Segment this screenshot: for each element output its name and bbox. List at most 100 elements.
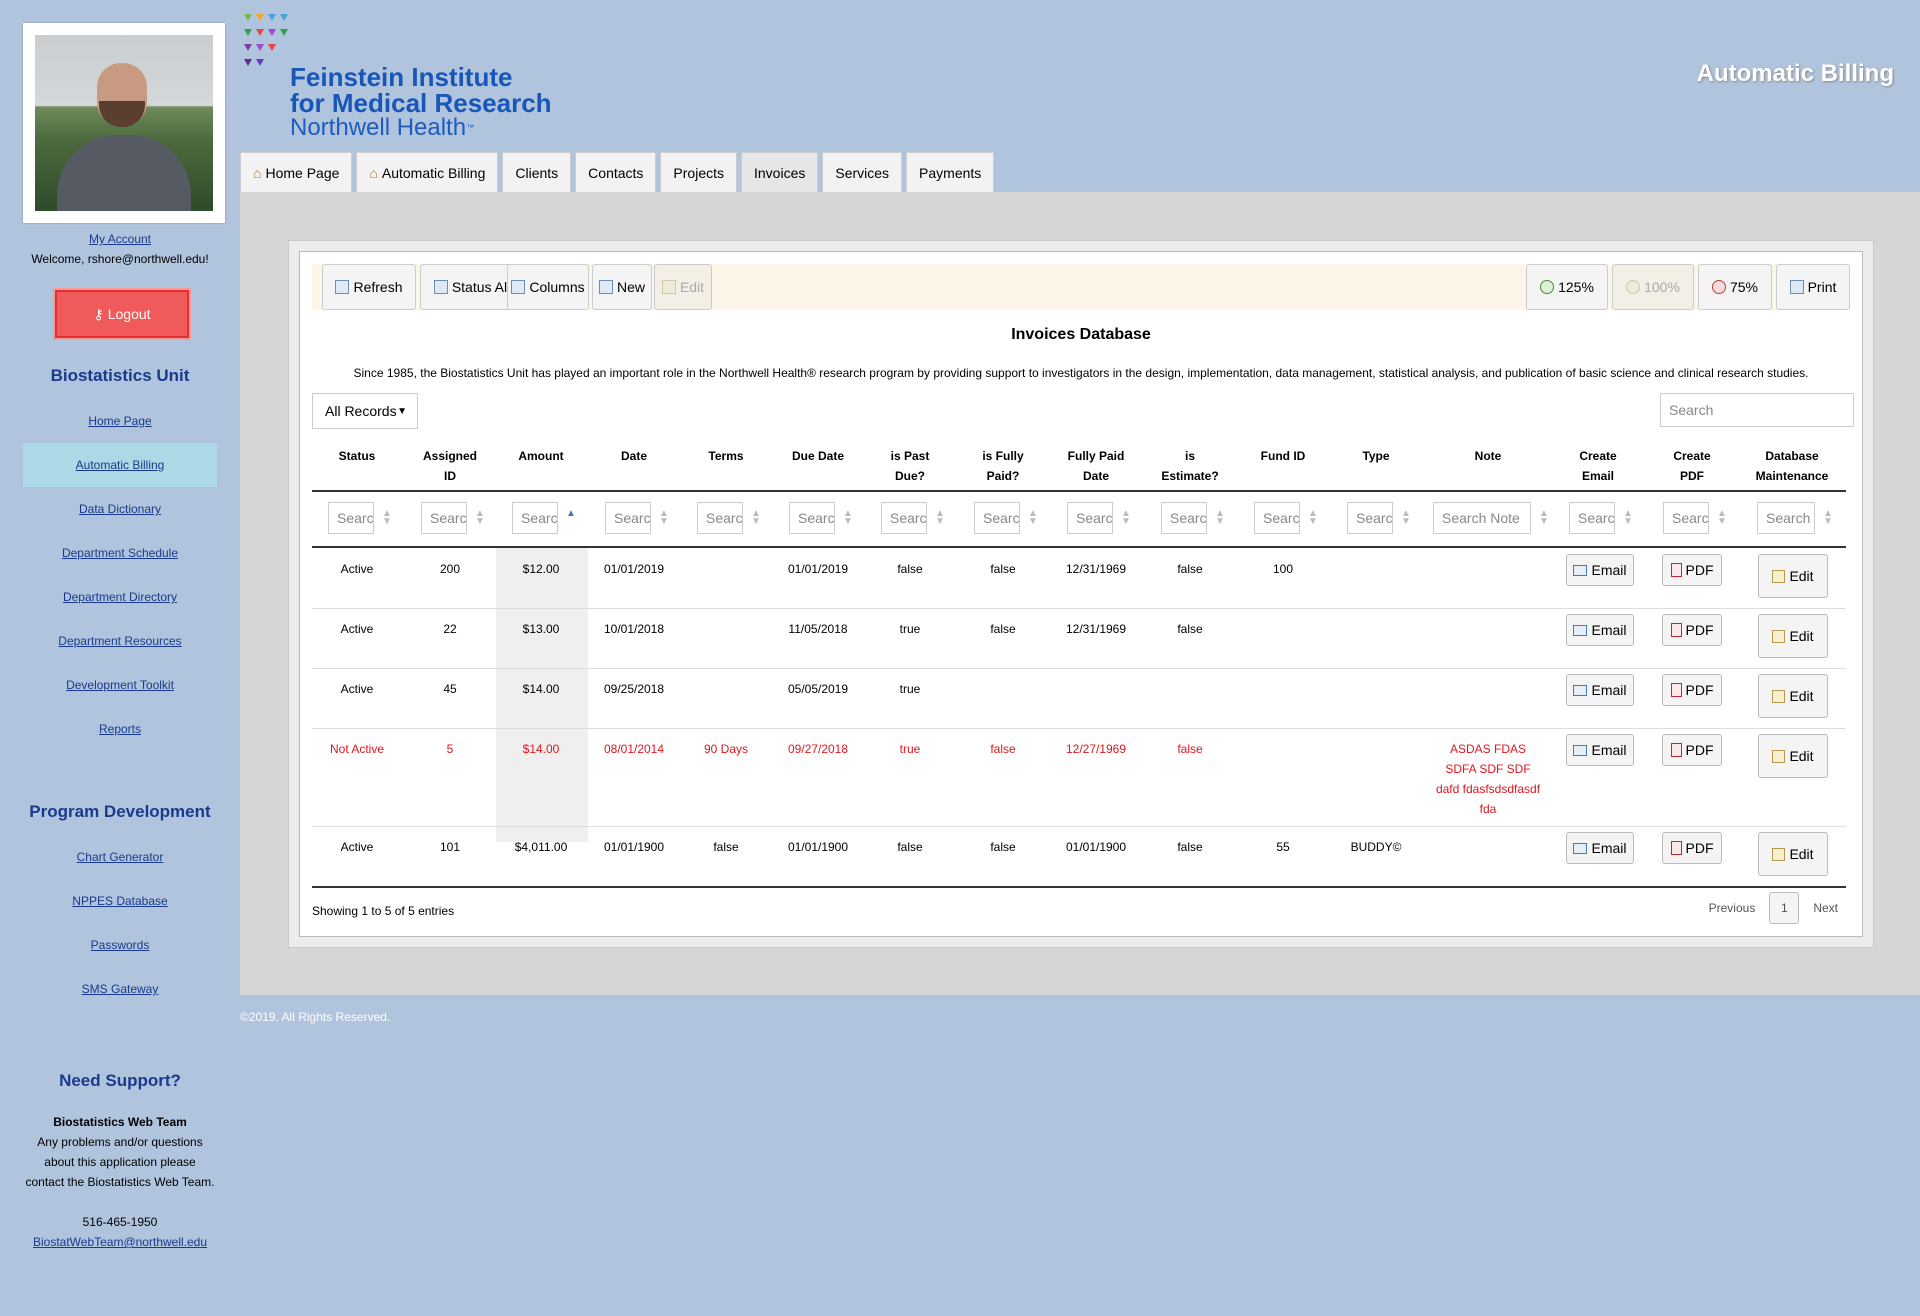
zoom-75-button[interactable]: 75% <box>1698 264 1772 310</box>
create-email-button[interactable]: Email <box>1566 734 1634 766</box>
sort-icon[interactable]: ▲ ▼ <box>475 509 485 527</box>
column-header[interactable]: Fully Paid Date <box>1046 446 1146 486</box>
tab-invoices[interactable]: Invoices <box>741 152 819 192</box>
edit-row-button[interactable]: Edit <box>1758 674 1828 718</box>
sort-icon[interactable]: ▲ ▼ <box>1623 509 1633 527</box>
tab-payments[interactable]: Payments <box>906 152 995 192</box>
previous-button[interactable]: Previous <box>1709 901 1756 915</box>
sort-icon[interactable]: ▲ ▼ <box>382 509 392 527</box>
sort-icon[interactable]: ▲ ▼ <box>1028 509 1038 527</box>
search-input[interactable]: Search <box>1660 393 1854 427</box>
create-pdf-button[interactable]: PDF <box>1662 734 1722 766</box>
column-header[interactable]: Type <box>1326 446 1426 466</box>
columns-button[interactable]: Columns <box>507 264 589 310</box>
sidebar-item-data-dictionary[interactable]: Data Dictionary <box>79 502 161 516</box>
column-filter-input[interactable]: Search <box>1347 502 1393 534</box>
sort-asc-icon[interactable]: ▲ <box>566 509 576 519</box>
sort-icon[interactable]: ▲ ▼ <box>1823 509 1833 527</box>
sidebar-item-department-resources[interactable]: Department Resources <box>58 634 181 648</box>
column-filter-input[interactable]: Search <box>1254 502 1300 534</box>
edit-row-button[interactable]: Edit <box>1758 554 1828 598</box>
create-pdf-button[interactable]: PDF <box>1662 614 1722 646</box>
edit-row-button[interactable]: Edit <box>1758 614 1828 658</box>
support-email-link[interactable]: BiostatWebTeam@northwell.edu <box>33 1235 207 1249</box>
sidebar-item-passwords[interactable]: Passwords <box>91 938 150 952</box>
sort-icon[interactable]: ▲ ▼ <box>843 509 853 527</box>
sidebar-item-department-schedule[interactable]: Department Schedule <box>62 546 178 560</box>
sidebar-item-reports[interactable]: Reports <box>99 722 141 736</box>
sidebar-item-home-page[interactable]: Home Page <box>88 414 151 428</box>
sort-icon[interactable]: ▲ ▼ <box>1308 509 1318 527</box>
logout-button[interactable]: ⚷ Logout <box>55 290 189 338</box>
sidebar-item-nppes-database[interactable]: NPPES Database <box>72 894 167 908</box>
tab-services[interactable]: Services <box>822 152 903 192</box>
column-filter-input[interactable]: Search <box>1161 502 1207 534</box>
sort-icon[interactable]: ▲ ▼ <box>1215 509 1225 527</box>
column-header[interactable]: Fund ID <box>1233 446 1333 466</box>
column-filter-input[interactable]: Search <box>789 502 835 534</box>
column-filter-input[interactable]: Search D <box>1757 502 1815 534</box>
sort-icon[interactable]: ▲ ▼ <box>659 509 669 527</box>
column-header[interactable]: is Estimate? <box>1140 446 1240 486</box>
column-filter-input[interactable]: Search <box>328 502 374 534</box>
column-filter-input[interactable]: Search <box>512 502 558 534</box>
tab-automatic-billing[interactable]: ⌂ Automatic Billing <box>356 152 499 192</box>
column-filter-input[interactable]: Search <box>421 502 467 534</box>
column-filter-input[interactable]: Search <box>881 502 927 534</box>
create-email-button[interactable]: Email <box>1566 554 1634 586</box>
column-header[interactable]: is Fully Paid? <box>953 446 1053 486</box>
sort-icon[interactable]: ▲ ▼ <box>935 509 945 527</box>
column-filter-input[interactable]: Search <box>1067 502 1113 534</box>
next-button[interactable]: Next <box>1813 901 1838 915</box>
column-header[interactable]: Database Maintenance <box>1742 446 1842 486</box>
create-email-button[interactable]: Email <box>1566 614 1634 646</box>
column-filter-input[interactable]: Search Note <box>1433 502 1531 534</box>
print-button[interactable]: Print <box>1776 264 1850 310</box>
column-filter-input[interactable]: Search <box>697 502 743 534</box>
column-header[interactable]: Date <box>584 446 684 466</box>
records-filter-select[interactable]: All Records ▼ <box>312 393 418 429</box>
edit-icon <box>1772 749 1786 763</box>
refresh-button[interactable]: Refresh <box>322 264 416 310</box>
column-filter-input[interactable]: Search <box>1663 502 1709 534</box>
sidebar-item-automatic-billing[interactable]: Automatic Billing <box>76 458 165 472</box>
edit-row-button[interactable]: Edit <box>1758 832 1828 876</box>
sort-icon[interactable]: ▲ ▼ <box>751 509 761 527</box>
new-button[interactable]: New <box>592 264 652 310</box>
sort-icon[interactable]: ▲ ▼ <box>1539 509 1549 527</box>
sidebar-item-chart-generator[interactable]: Chart Generator <box>77 850 164 864</box>
create-pdf-button[interactable]: PDF <box>1662 554 1722 586</box>
tab-contacts[interactable]: Contacts <box>575 152 657 192</box>
zoom-100-button[interactable]: 100% <box>1612 264 1694 310</box>
tab-home-page[interactable]: ⌂ Home Page <box>240 152 353 192</box>
tab-clients[interactable]: Clients <box>502 152 572 192</box>
column-header[interactable]: Create PDF <box>1642 446 1742 486</box>
column-filter-input[interactable]: Search <box>1569 502 1615 534</box>
zoom-125-button[interactable]: 125% <box>1526 264 1608 310</box>
column-header[interactable]: Due Date <box>768 446 868 466</box>
sidebar-item-development-toolkit[interactable]: Development Toolkit <box>66 678 174 692</box>
sort-icon[interactable]: ▲ ▼ <box>1401 509 1411 527</box>
tab-projects[interactable]: Projects <box>660 152 737 192</box>
column-header[interactable]: Status <box>307 446 407 466</box>
edit-button[interactable]: Edit <box>654 264 712 310</box>
column-header[interactable]: Amount <box>491 446 591 466</box>
create-pdf-button[interactable]: PDF <box>1662 832 1722 864</box>
my-account-link[interactable]: My Account <box>89 232 151 246</box>
column-header[interactable]: Assigned ID <box>400 446 500 486</box>
create-email-button[interactable]: Email <box>1566 832 1634 864</box>
column-header[interactable]: is Past Due? <box>860 446 960 486</box>
column-header[interactable]: Note <box>1438 446 1538 466</box>
page-1-button[interactable]: 1 <box>1769 892 1800 924</box>
sidebar-item-department-directory[interactable]: Department Directory <box>63 590 177 604</box>
column-filter-input[interactable]: Search <box>605 502 651 534</box>
create-pdf-button[interactable]: PDF <box>1662 674 1722 706</box>
sidebar-item-sms-gateway[interactable]: SMS Gateway <box>82 982 159 996</box>
sort-icon[interactable]: ▲ ▼ <box>1717 509 1727 527</box>
column-header[interactable]: Terms <box>676 446 776 466</box>
column-filter-input[interactable]: Search <box>974 502 1020 534</box>
edit-row-button[interactable]: Edit <box>1758 734 1828 778</box>
sort-icon[interactable]: ▲ ▼ <box>1121 509 1131 527</box>
create-email-button[interactable]: Email <box>1566 674 1634 706</box>
column-header[interactable]: Create Email <box>1548 446 1648 486</box>
